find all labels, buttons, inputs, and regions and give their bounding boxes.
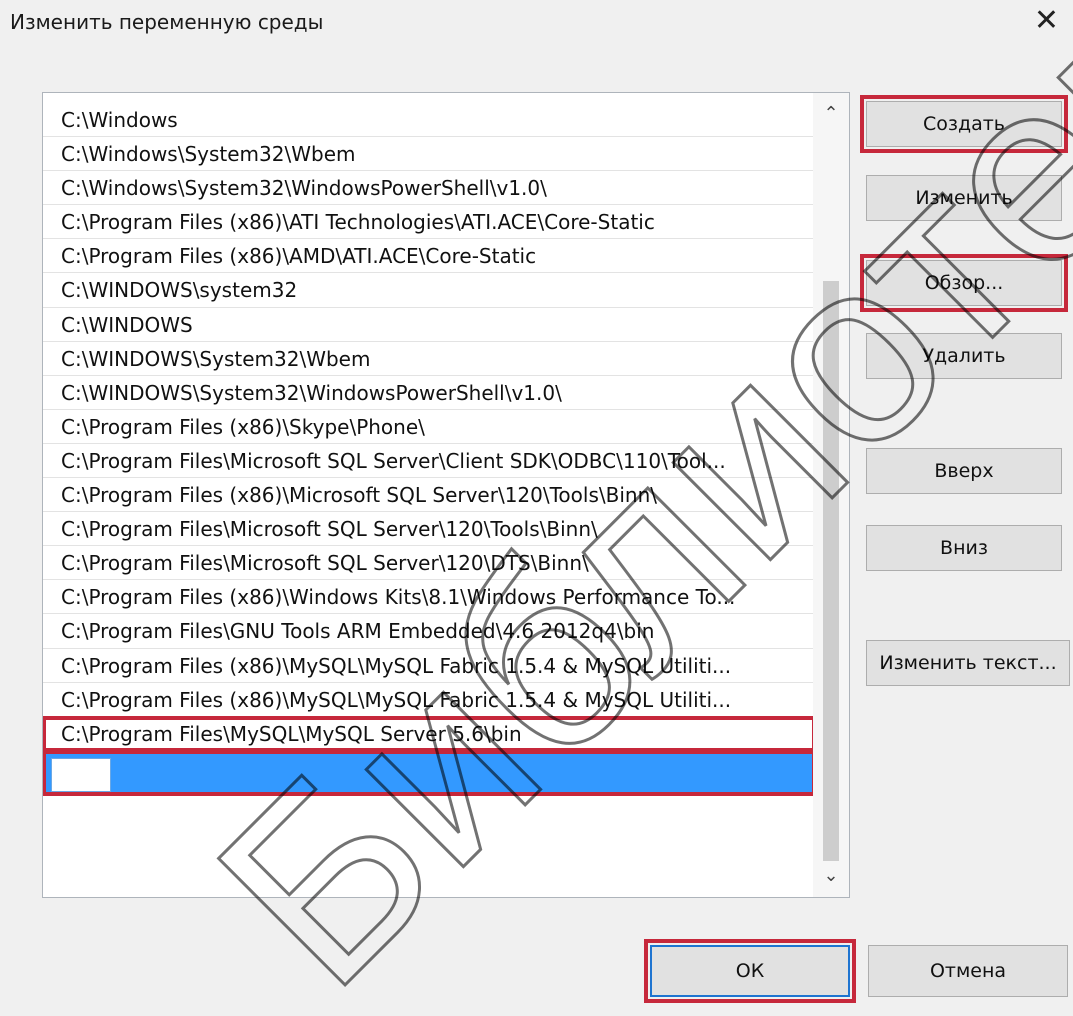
list-item[interactable]: C:\WINDOWS: [43, 308, 815, 342]
path-listbox[interactable]: C:\Windows C:\Windows\System32\Wbem C:\Win…: [42, 92, 850, 898]
move-down-button[interactable]: Вниз: [866, 525, 1062, 571]
list-item[interactable]: C:\Program Files\MySQL\MySQL Server 5.6\…: [43, 715, 816, 752]
list-item[interactable]: C:\Program Files (x86)\Microsoft SQL Ser…: [43, 478, 815, 513]
list-item[interactable]: C:\Program Files (x86)\MySQL\MySQL Fabri…: [43, 683, 815, 717]
list-item[interactable]: C:\WINDOWS\System32\WindowsPowerShell\v1…: [43, 376, 815, 410]
list-item[interactable]: C:\Windows\System32\Wbem: [43, 137, 815, 172]
browse-button[interactable]: Обзор...: [860, 254, 1068, 312]
list-item[interactable]: C:\WINDOWS\system32: [43, 273, 815, 308]
list-item[interactable]: C:\Program Files\GNU Tools ARM Embedded\…: [43, 614, 815, 649]
list-item[interactable]: C:\Windows\System32\WindowsPowerShell\v1…: [43, 171, 815, 206]
move-up-button[interactable]: Вверх: [866, 448, 1062, 494]
list-item[interactable]: C:\Program Files (x86)\AMD\ATI.ACE\Core-…: [43, 239, 815, 274]
scroll-down-arrow-icon[interactable]: ⌄: [813, 861, 849, 891]
scroll-up-arrow-icon[interactable]: ⌃: [813, 99, 849, 129]
new-entry-input[interactable]: [51, 757, 111, 792]
close-icon[interactable]: ✕: [1034, 6, 1059, 36]
vertical-scrollbar[interactable]: ⌃ ⌄: [813, 93, 849, 897]
list-item[interactable]: C:\Program Files (x86)\ATI Technologies\…: [43, 205, 815, 240]
list-item[interactable]: C:\Program Files (x86)\Skype\Phone\: [43, 410, 815, 444]
cancel-button[interactable]: Отмена: [868, 945, 1068, 997]
list-item[interactable]: C:\Windows: [43, 103, 815, 138]
delete-button[interactable]: Удалить: [866, 333, 1062, 379]
dialog-title: Изменить переменную среды: [10, 10, 324, 34]
list-item[interactable]: C:\WINDOWS\System32\Wbem: [43, 342, 815, 376]
list-item[interactable]: C:\Program Files\Microsoft SQL Server\12…: [43, 546, 815, 581]
ok-button[interactable]: ОК: [644, 939, 856, 1003]
create-button[interactable]: Создать: [860, 95, 1068, 153]
new-entry-row[interactable]: [43, 749, 816, 796]
list-item[interactable]: C:\Program Files\Microsoft SQL Server\12…: [43, 512, 815, 547]
list-item[interactable]: C:\Program Files (x86)\Windows Kits\8.1\…: [43, 580, 815, 615]
edit-text-button[interactable]: Изменить текст...: [866, 640, 1070, 686]
scroll-thumb[interactable]: [823, 281, 839, 861]
list-item[interactable]: C:\Program Files (x86)\MySQL\MySQL Fabri…: [43, 649, 815, 683]
edit-button[interactable]: Изменить: [866, 175, 1062, 221]
list-item[interactable]: C:\Program Files\Microsoft SQL Server\Cl…: [43, 444, 815, 479]
